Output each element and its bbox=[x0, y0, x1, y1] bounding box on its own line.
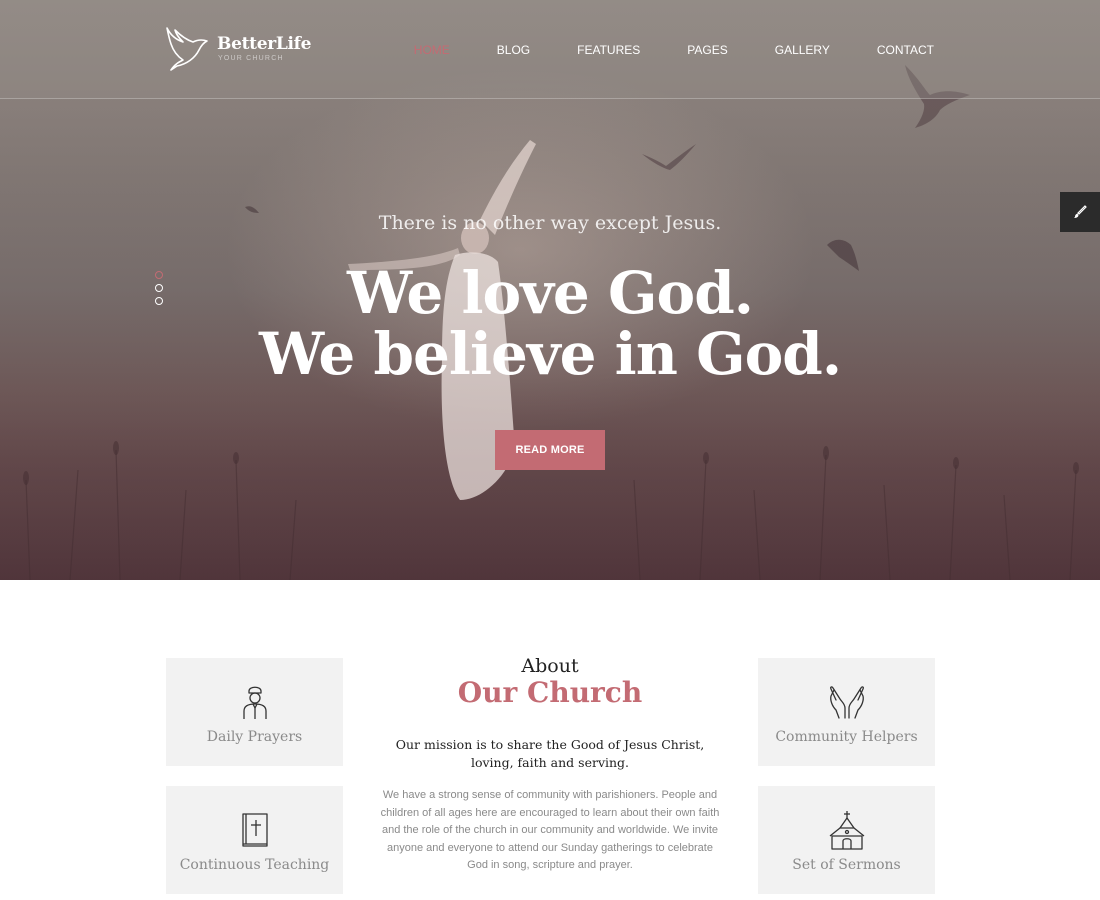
about-mission: Our mission is to share the Good of Jesu… bbox=[395, 737, 705, 770]
nav-item-pages[interactable]: PAGES bbox=[687, 43, 727, 57]
nav-item-home[interactable]: HOME bbox=[414, 43, 450, 57]
main-nav: HOME BLOG FEATURES PAGES GALLERY CONTACT bbox=[367, 43, 934, 57]
nav-item-blog[interactable]: BLOG bbox=[497, 43, 530, 57]
hero-title-line-1: We love God. bbox=[347, 259, 754, 327]
hero-subtitle: There is no other way except Jesus. bbox=[378, 212, 722, 234]
dove-logo-icon bbox=[166, 27, 208, 71]
feature-card-label: Community Helpers bbox=[775, 729, 918, 745]
feature-card-continuous-teaching[interactable]: Continuous Teaching bbox=[166, 786, 343, 894]
about-body: We have a strong sense of community with… bbox=[380, 789, 720, 871]
about-title: Our Church bbox=[457, 676, 643, 709]
church-icon bbox=[829, 811, 864, 850]
site-header: BetterLife YOUR CHURCH HOME BLOG FEATURE… bbox=[0, 0, 1100, 99]
brand-name: BetterLife bbox=[217, 34, 312, 54]
read-more-button[interactable]: READ MORE bbox=[495, 430, 605, 470]
feature-card-label: Set of Sermons bbox=[792, 857, 901, 873]
brand-logo[interactable]: BetterLife YOUR CHURCH bbox=[165, 26, 315, 72]
hero-title-line-2: We believe in God. bbox=[258, 320, 842, 388]
nav-item-contact[interactable]: CONTACT bbox=[877, 43, 934, 57]
brand-tagline: YOUR CHURCH bbox=[218, 55, 284, 62]
feature-card-label: Daily Prayers bbox=[206, 729, 303, 745]
about-kicker: About bbox=[521, 655, 579, 677]
bible-icon bbox=[241, 813, 268, 847]
nav-item-gallery[interactable]: GALLERY bbox=[775, 43, 830, 57]
hero-slider: BetterLife YOUR CHURCH HOME BLOG FEATURE… bbox=[0, 0, 1100, 580]
nav-item-features[interactable]: FEATURES bbox=[577, 43, 640, 57]
feature-card-set-of-sermons[interactable]: Set of Sermons bbox=[758, 786, 935, 894]
feature-card-label: Continuous Teaching bbox=[179, 857, 330, 873]
